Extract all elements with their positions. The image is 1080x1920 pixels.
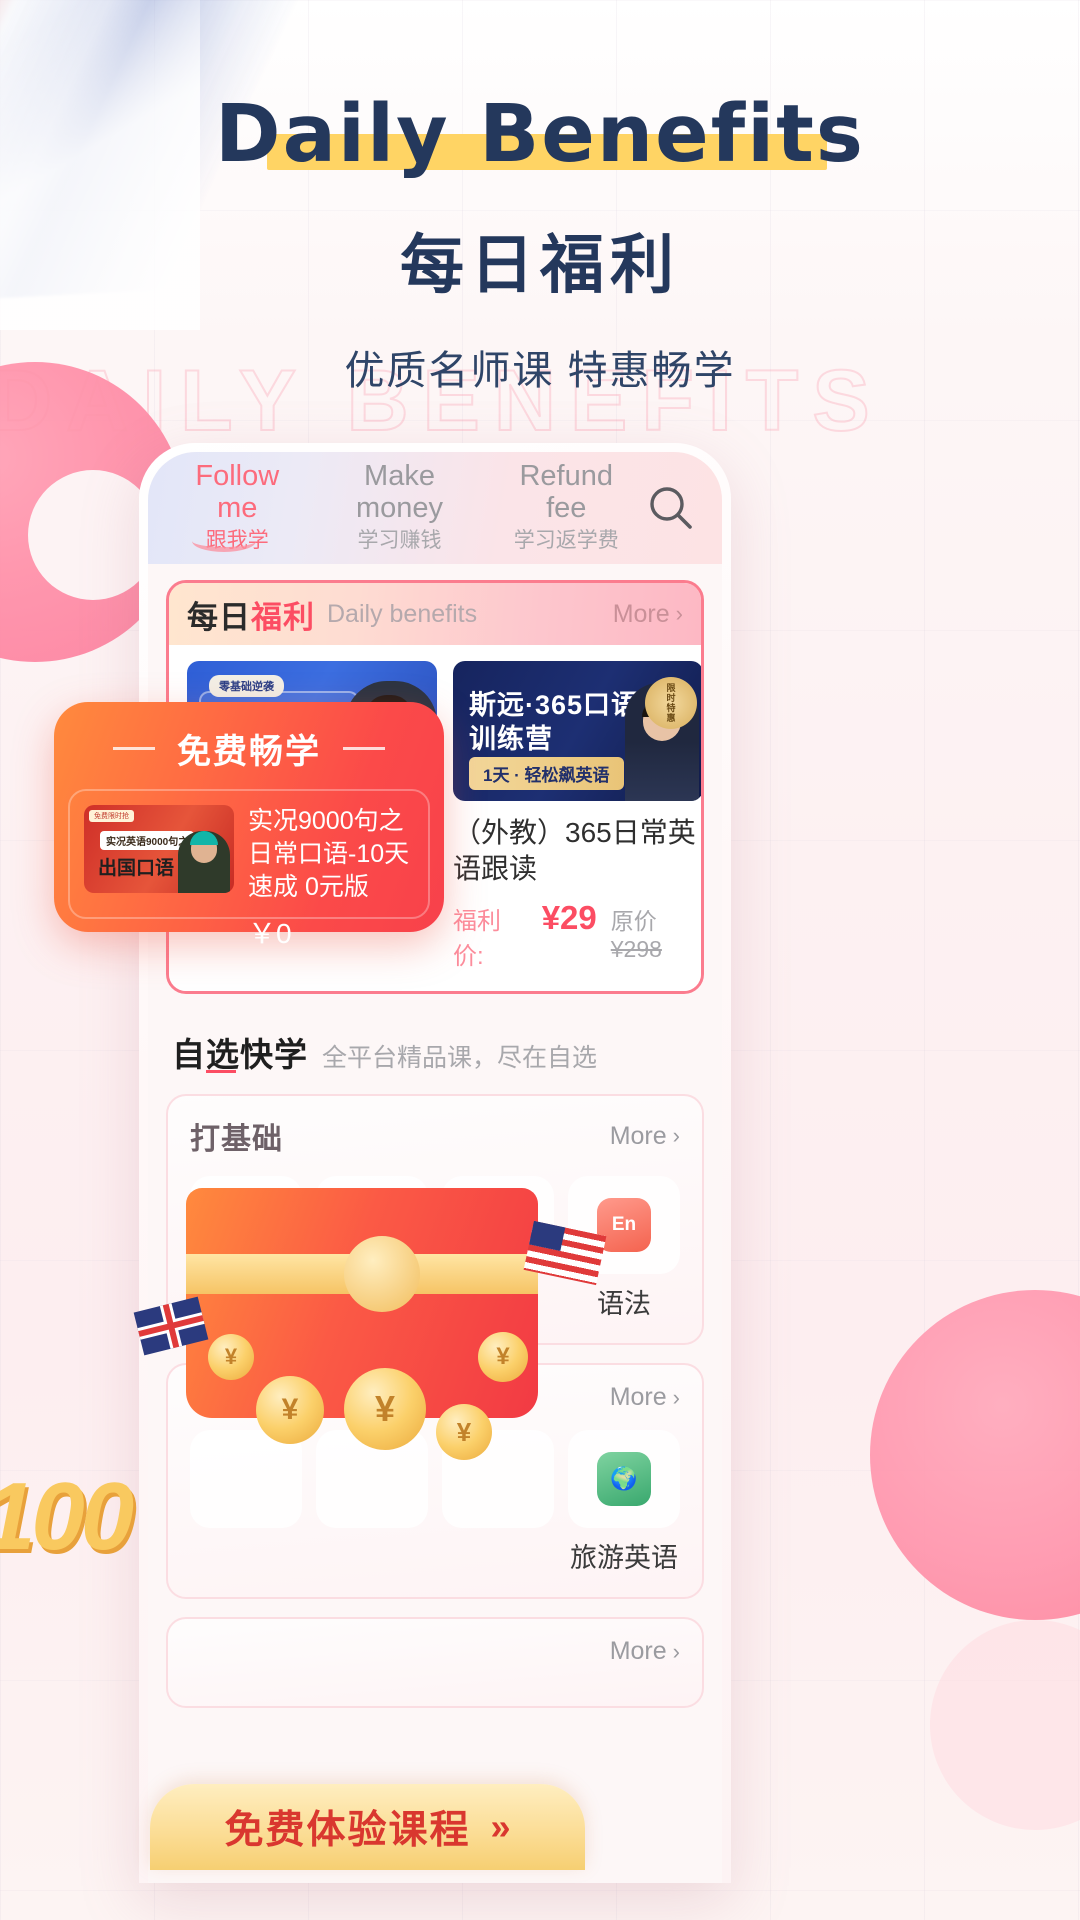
course-badge: 零基础逆袭 [209,675,284,697]
category-icon-box: 🌍 [568,1430,680,1528]
daily-benefits-subtitle: Daily benefits [327,599,478,628]
en-icon: En [597,1198,651,1252]
course-price-row: 福利价: ¥29 原价¥298 [453,899,701,971]
category-label: 语法 [597,1289,651,1319]
double-chevron-right-icon: » [490,1806,511,1847]
page-title: Daily Benefits [215,88,865,180]
daily-benefits-more-label: More [612,599,670,628]
promo-dash-right [343,747,385,750]
coin-icon: ¥ [256,1376,324,1444]
course-price-old-value: ¥298 [610,936,662,962]
self-select-title-text: 自选快学 [172,1036,308,1073]
title-english: Daily Benefits [215,88,865,180]
tab-make-money-cn: 学习赚钱 [357,528,442,552]
globe-icon: 🌍 [597,1452,651,1506]
category-label: 旅游英语 [570,1543,678,1573]
free-trial-cta-button[interactable]: 免费体验课程 » [150,1784,585,1870]
tab-make-money-en: Make money [355,459,444,525]
panel-more-label: More [609,1121,667,1150]
category-panel-third: More › [166,1617,704,1708]
daily-benefits-header: 每日福利 Daily benefits More › [169,583,701,645]
course-price-now: ¥29 [541,899,597,936]
promo-dash-left [113,747,155,750]
tab-refund-fee[interactable]: Refund fee 学习返学费 [488,460,644,556]
thumb-seal-badge: 限时特惠 [645,677,697,729]
decor-number-100: 100 [0,1463,134,1570]
promo-course-thumbnail: 免费限时抢 实况英语9000句之 出国口语 [84,805,234,893]
tab-refund-fee-en: Refund fee [519,459,613,525]
daily-benefits-title-accent: 福利 [251,599,315,635]
daily-benefits-title-plain: 每日 [187,599,251,635]
promo-course-row[interactable]: 免费限时抢 实况英语9000句之 出国口语 实况9000句之日常口语-10天速成… [68,789,430,949]
course-name: （外教）365日常英语跟读 [453,817,696,885]
chevron-right-icon: › [672,1638,680,1664]
coin-icon: ¥ [436,1404,492,1460]
coin-icon: ¥ [478,1332,528,1382]
promo-title: 免费畅学 [177,733,321,771]
category-item-travel-english[interactable]: 🌍 旅游英语 [568,1430,680,1575]
self-select-header: 自选快学 全平台精品课，尽在自选 [172,1028,722,1076]
panel-header: More › [190,1637,680,1666]
daily-benefits-title: 每日福利 [187,592,315,637]
tab-make-money[interactable]: Make money 学习赚钱 [311,460,489,556]
promo-course-name: 实况9000句之日常口语-10天速成 0元版 [248,807,410,901]
thumb-line-2: 训练营 [469,724,553,754]
panel-more-link[interactable]: More › [610,1122,680,1151]
self-select-title-underline [206,1070,236,1073]
panel-more-link[interactable]: More › [610,1637,680,1666]
thumb-pill-label: 1天 · 轻松飙英语 [469,757,624,790]
coin-icon: ¥ [208,1334,254,1380]
course-thumbnail: 斯远·365口语 训练营 1天 · 轻松飙英语 限时特惠 [453,661,701,801]
panel-more-link[interactable]: More › [610,1383,680,1412]
course-price-old: 原价¥298 [610,902,701,963]
course-price-old-prefix: 原价 [610,908,657,934]
page-subtitle: 优质名师课 特惠畅学 [344,349,736,393]
giftbox-ribbon-knot [344,1236,420,1312]
title-chinese: 每日福利 [400,229,680,301]
panel-more-label: More [609,1637,667,1665]
active-tab-indicator [192,530,256,552]
search-icon[interactable] [644,481,698,535]
tab-follow-me-en: Follow me [195,459,280,525]
app-top-nav: Follow me 跟我学 Make money 学习赚钱 Refund fee… [148,452,722,564]
promo-title-row: 免费畅学 [54,702,444,773]
chevron-right-icon: › [672,1384,680,1410]
giftbox-illustration: ¥ ¥ ¥ ¥ ¥ [133,1118,607,1548]
daily-benefits-more-link[interactable]: More › [613,600,683,629]
chevron-right-icon: › [675,601,683,626]
self-select-subtitle: 全平台精品课，尽在自选 [322,1044,598,1072]
promo-thumb-line-2: 出国口语 [98,858,175,879]
self-select-title: 自选快学 [172,1028,308,1076]
cta-label: 免费体验课程 [224,1809,471,1852]
coin-icon: ¥ [344,1368,426,1450]
chevron-right-icon: › [672,1123,680,1148]
tab-refund-fee-cn: 学习返学费 [513,528,619,552]
free-study-promo-card[interactable]: 免费畅学 免费限时抢 实况英语9000句之 出国口语 实况9000句之日常口语-… [54,702,444,949]
panel-more-label: More [609,1383,667,1411]
course-card[interactable]: 斯远·365口语 训练营 1天 · 轻松飙英语 限时特惠 （外教）365日常英语… [453,661,701,971]
promo-course-info: 实况9000句之日常口语-10天速成 0元版 ￥0 [248,805,414,949]
page-header: Daily Benefits 每日福利 优质名师课 特惠畅学 [0,0,1080,396]
course-price-label: 福利价: [453,908,501,970]
promo-thumb-tag: 免费限时抢 [89,810,134,822]
promo-course-price: ￥0 [248,918,292,949]
